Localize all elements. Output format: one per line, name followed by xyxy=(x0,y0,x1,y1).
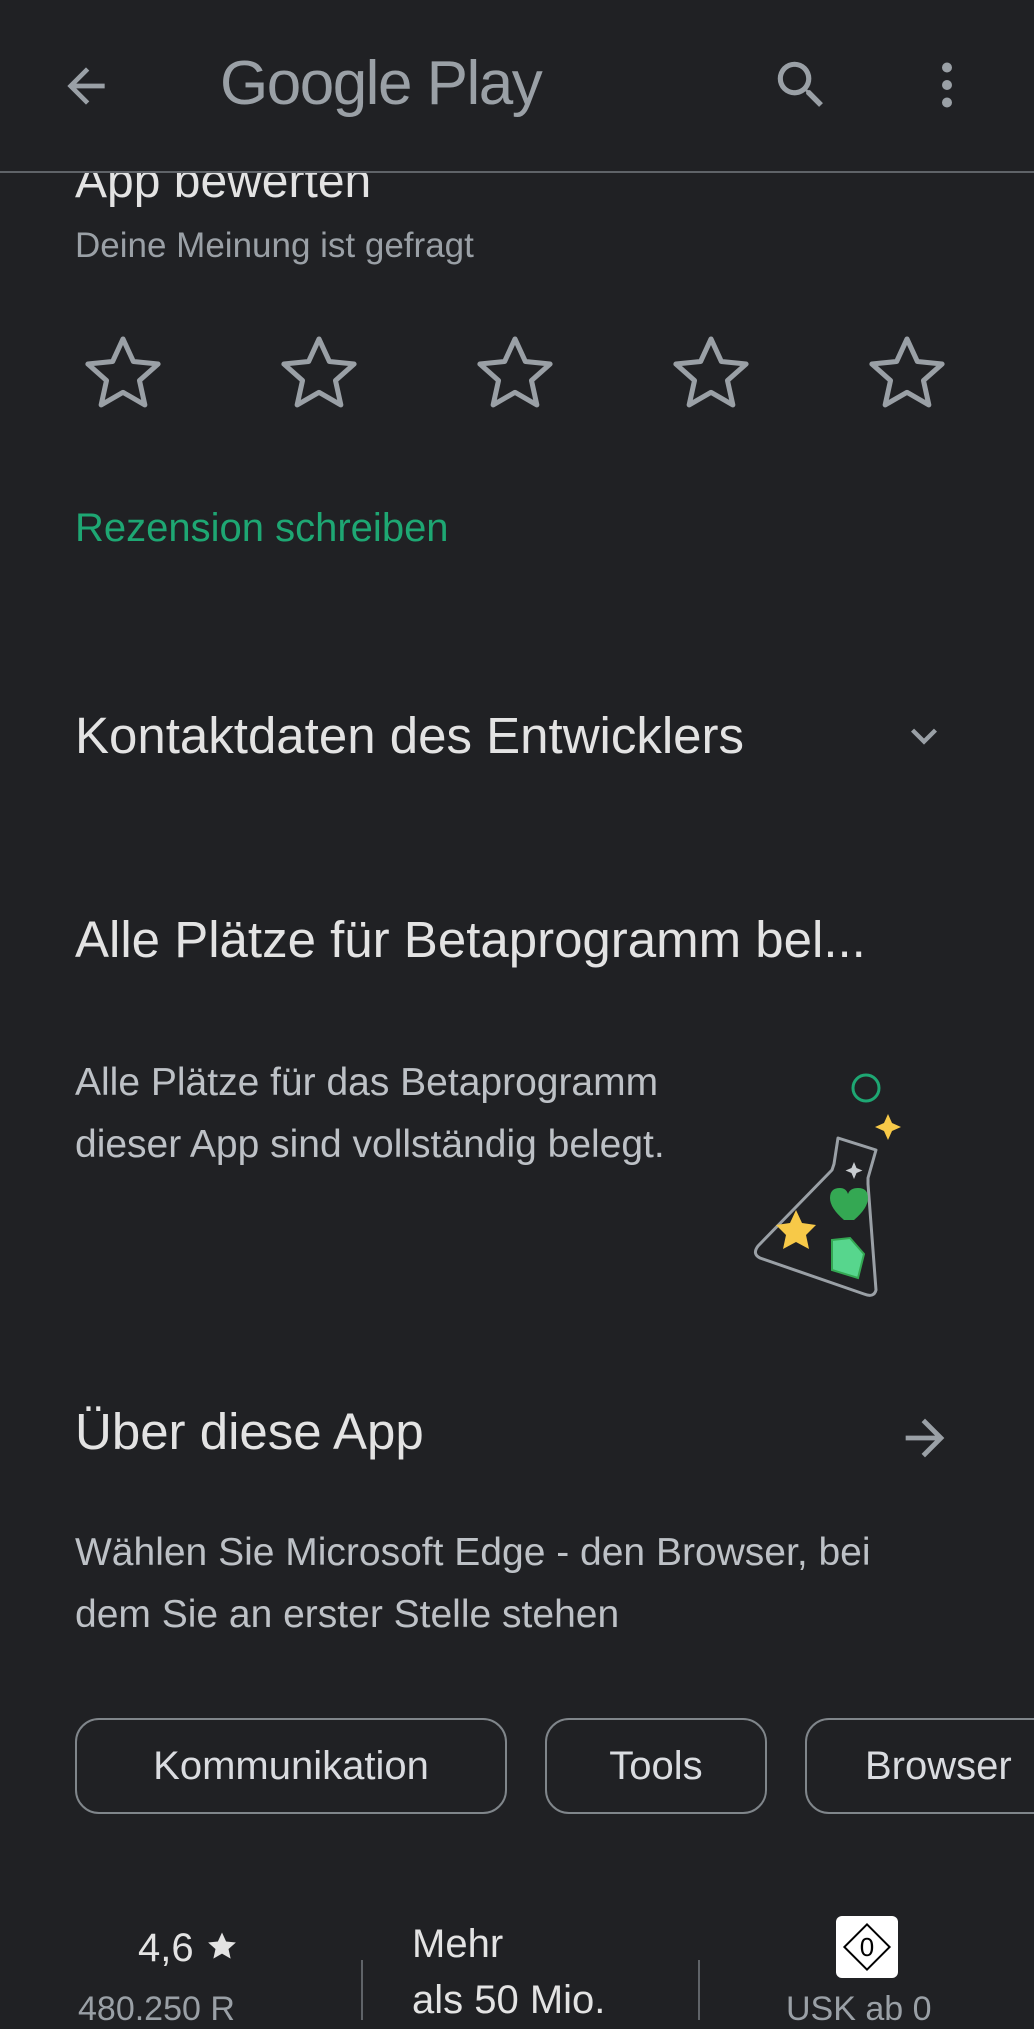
usk-value: 0 xyxy=(860,1932,874,1962)
star-rating-5[interactable] xyxy=(859,325,955,421)
about-app-open[interactable] xyxy=(890,1408,960,1468)
beta-program-heading: Alle Plätze für Betaprogramm bel... xyxy=(75,911,866,968)
developer-contact-expand[interactable] xyxy=(896,708,952,764)
chevron-down-icon xyxy=(911,728,937,745)
rating-value: 4,6 xyxy=(138,1926,239,1971)
rating-number: 4,6 xyxy=(138,1926,194,1970)
search-button[interactable] xyxy=(766,50,836,120)
arrow-left-icon xyxy=(67,67,105,105)
downloads-label: Mehr xyxy=(412,1922,504,1966)
beta-flask-icon xyxy=(753,1073,901,1297)
star-filled-icon xyxy=(207,1932,236,1959)
rate-app-subtitle: Deine Meinung ist gefragt xyxy=(75,226,474,265)
beta-program-description: Alle Plätze für das Betaprogramm dieser … xyxy=(75,1061,665,1166)
tag-chip[interactable]: Kommunikation xyxy=(75,1718,507,1814)
star-rating-3[interactable] xyxy=(467,325,563,421)
top-app-bar: Google Play xyxy=(0,0,1034,173)
usk-rating-badge: 0 xyxy=(836,1916,898,1978)
usk-diamond-icon: 0 xyxy=(842,1922,892,1972)
star-rating-1[interactable] xyxy=(75,325,171,421)
back-button[interactable] xyxy=(50,46,122,126)
star-rating-2[interactable] xyxy=(271,325,367,421)
rating-count: 480.250 R xyxy=(78,1990,235,2028)
stats-divider xyxy=(361,1960,363,2020)
stats-divider xyxy=(698,1960,700,2020)
usk-label: USK ab 0 xyxy=(786,1990,932,2028)
more-options-button[interactable] xyxy=(912,50,982,120)
star-outline-icon xyxy=(869,336,945,408)
search-icon xyxy=(777,61,823,107)
about-app-heading[interactable]: Über diese App xyxy=(75,1402,424,1461)
star-outline-icon xyxy=(281,336,357,408)
tag-chip[interactable]: Browser xyxy=(805,1718,1034,1814)
write-review-link[interactable]: Rezension schreiben xyxy=(75,506,449,551)
star-outline-icon xyxy=(85,336,161,408)
tag-chip[interactable]: Tools xyxy=(545,1718,767,1814)
star-outline-icon xyxy=(673,336,749,408)
more-vert-icon xyxy=(942,62,952,108)
about-app-description: Wählen Sie Microsoft Edge - den Browser,… xyxy=(75,1531,871,1636)
star-rating-4[interactable] xyxy=(663,325,759,421)
star-outline-icon xyxy=(477,336,553,408)
downloads-value: als 50 Mio. xyxy=(412,1978,606,2022)
star-rating-row xyxy=(75,325,955,421)
app-stats-row: 4,6 480.250 R Mehr als 50 Mio. 0 USK ab … xyxy=(0,1900,1034,2028)
developer-contact-heading[interactable]: Kontaktdaten des Entwicklers xyxy=(75,706,744,765)
google-play-logo: Google Play xyxy=(220,49,543,118)
arrow-right-icon xyxy=(905,1418,945,1458)
